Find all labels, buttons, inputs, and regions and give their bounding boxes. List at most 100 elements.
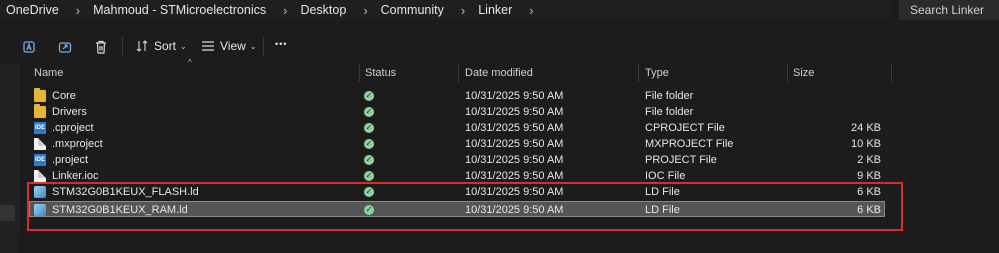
- file-row[interactable]: STM32G0B1KEUX_FLASH.ld ✓ 10/31/2025 9:50…: [29, 184, 885, 200]
- status-cell: ✓: [364, 168, 374, 184]
- status-cell: ✓: [364, 136, 374, 152]
- column-header-size[interactable]: Size: [793, 64, 814, 82]
- type-cell: LD File: [645, 204, 680, 216]
- column-resize-handle[interactable]: [458, 64, 459, 82]
- file-name: Drivers: [52, 106, 87, 118]
- status-cell: ✓: [364, 104, 374, 120]
- breadcrumb-separator[interactable]: ›: [363, 3, 367, 18]
- sync-status-icon: ✓: [364, 171, 374, 181]
- type-cell: LD File: [645, 186, 680, 198]
- file-name: Linker.ioc: [52, 170, 99, 182]
- ide-file-icon: IDE: [34, 122, 46, 134]
- size-cell: 24 KB: [851, 122, 881, 134]
- toolbar-divider: [122, 37, 123, 57]
- sync-status-icon: ✓: [364, 155, 374, 165]
- file-name-cell: .mxproject: [34, 136, 103, 152]
- ld-file-icon: [34, 186, 46, 198]
- command-bar: Sort ⌄ View ⌄ •••: [0, 32, 999, 62]
- sync-status-icon: ✓: [364, 187, 374, 197]
- document-icon: [34, 138, 46, 150]
- file-name-cell: IDE .cproject: [34, 120, 94, 136]
- type-cell: File folder: [645, 90, 694, 102]
- sync-status-icon: ✓: [364, 107, 374, 117]
- file-name-cell: STM32G0B1KEUX_FLASH.ld: [34, 184, 199, 200]
- ld-file-icon: [34, 204, 46, 216]
- file-row[interactable]: Drivers ✓ 10/31/2025 9:50 AM File folder: [29, 104, 885, 120]
- date-modified-cell: 10/31/2025 9:50 AM: [465, 204, 564, 216]
- delete-icon[interactable]: [93, 39, 109, 55]
- column-resize-handle[interactable]: [787, 64, 788, 82]
- column-resize-handle[interactable]: [359, 64, 360, 82]
- status-cell: ✓: [364, 202, 374, 218]
- breadcrumb-item-user[interactable]: Mahmoud - STMicroelectronics: [93, 3, 266, 17]
- file-row[interactable]: Linker.ioc ✓ 10/31/2025 9:50 AM IOC File…: [29, 168, 885, 184]
- column-header-row: Name Status Date modified Type Size: [29, 64, 892, 82]
- breadcrumb-separator[interactable]: ›: [283, 3, 287, 18]
- breadcrumb-item-community[interactable]: Community: [381, 3, 444, 17]
- sort-icon: [136, 40, 148, 52]
- size-cell: 6 KB: [857, 204, 881, 216]
- view-button[interactable]: View ⌄: [201, 39, 257, 53]
- sync-status-icon: ✓: [364, 139, 374, 149]
- breadcrumb-item-desktop[interactable]: Desktop: [300, 3, 346, 17]
- column-resize-handle[interactable]: [891, 64, 892, 82]
- share-icon[interactable]: [57, 39, 73, 55]
- column-header-name[interactable]: Name: [34, 64, 63, 82]
- status-cell: ✓: [364, 184, 374, 200]
- file-name: Core: [52, 90, 76, 102]
- chevron-down-icon: ⌄: [180, 41, 187, 51]
- column-header-type[interactable]: Type: [645, 64, 669, 82]
- breadcrumb-item-linker[interactable]: Linker: [478, 3, 512, 17]
- file-name-cell: Drivers: [34, 104, 87, 120]
- pane-divider[interactable]: [18, 64, 19, 234]
- ide-file-icon: IDE: [34, 154, 46, 166]
- date-modified-cell: 10/31/2025 9:50 AM: [465, 90, 564, 102]
- breadcrumb-separator[interactable]: ›: [461, 3, 465, 18]
- column-resize-handle[interactable]: [638, 64, 639, 82]
- view-icon: [202, 41, 214, 51]
- date-modified-cell: 10/31/2025 9:50 AM: [465, 154, 564, 166]
- file-row[interactable]: Core ✓ 10/31/2025 9:50 AM File folder: [29, 88, 885, 104]
- rename-icon[interactable]: [21, 39, 37, 55]
- chevron-down-icon: ⌄: [249, 41, 257, 51]
- search-placeholder: Search Linker: [910, 3, 985, 17]
- sort-button[interactable]: Sort ⌄: [135, 39, 187, 53]
- breadcrumb-item-onedrive[interactable]: OneDrive: [6, 3, 59, 17]
- type-cell: File folder: [645, 106, 694, 118]
- toolbar-divider: [263, 37, 264, 57]
- file-row[interactable]: IDE .project ✓ 10/31/2025 9:50 AM PROJECT…: [29, 152, 885, 168]
- file-name: STM32G0B1KEUX_FLASH.ld: [52, 186, 199, 198]
- column-header-status[interactable]: Status: [365, 64, 396, 82]
- size-cell: 10 KB: [851, 138, 881, 150]
- size-cell: 6 KB: [857, 186, 881, 198]
- date-modified-cell: 10/31/2025 9:50 AM: [465, 138, 564, 150]
- size-cell: [789, 88, 881, 104]
- type-cell: IOC File: [645, 170, 686, 182]
- document-icon: [34, 170, 46, 182]
- more-options-button[interactable]: •••: [275, 39, 287, 49]
- breadcrumb: OneDrive › Mahmoud - STMicroelectronics …: [6, 3, 547, 18]
- size-cell: [789, 104, 881, 120]
- search-input[interactable]: Search Linker: [899, 0, 999, 20]
- sort-label: Sort: [154, 39, 177, 53]
- file-name-cell: Core: [34, 88, 76, 104]
- status-cell: ✓: [364, 88, 374, 104]
- file-row[interactable]: .mxproject ✓ 10/31/2025 9:50 AM MXPROJEC…: [29, 136, 885, 152]
- breadcrumb-separator[interactable]: ›: [76, 3, 80, 18]
- sync-status-icon: ✓: [364, 91, 374, 101]
- file-name: .project: [52, 154, 89, 166]
- file-name-cell: Linker.ioc: [34, 168, 98, 184]
- size-cell: 9 KB: [857, 170, 881, 182]
- file-name: .cproject: [52, 122, 94, 134]
- size-cell: 2 KB: [857, 154, 881, 166]
- address-bar[interactable]: OneDrive › Mahmoud - STMicroelectronics …: [0, 0, 890, 20]
- sync-status-icon: ✓: [364, 123, 374, 133]
- date-modified-cell: 10/31/2025 9:50 AM: [465, 122, 564, 134]
- file-row[interactable]: IDE .cproject ✓ 10/31/2025 9:50 AM CPROJE…: [29, 120, 885, 136]
- column-header-date-modified[interactable]: Date modified: [465, 64, 533, 82]
- breadcrumb-separator[interactable]: ›: [529, 3, 533, 18]
- file-row-selected[interactable]: STM32G0B1KEUX_RAM.ld ✓ 10/31/2025 9:50 A…: [29, 201, 885, 217]
- folder-icon: [34, 104, 46, 118]
- view-label: View: [220, 39, 246, 53]
- navigation-pane-item[interactable]: [0, 205, 15, 221]
